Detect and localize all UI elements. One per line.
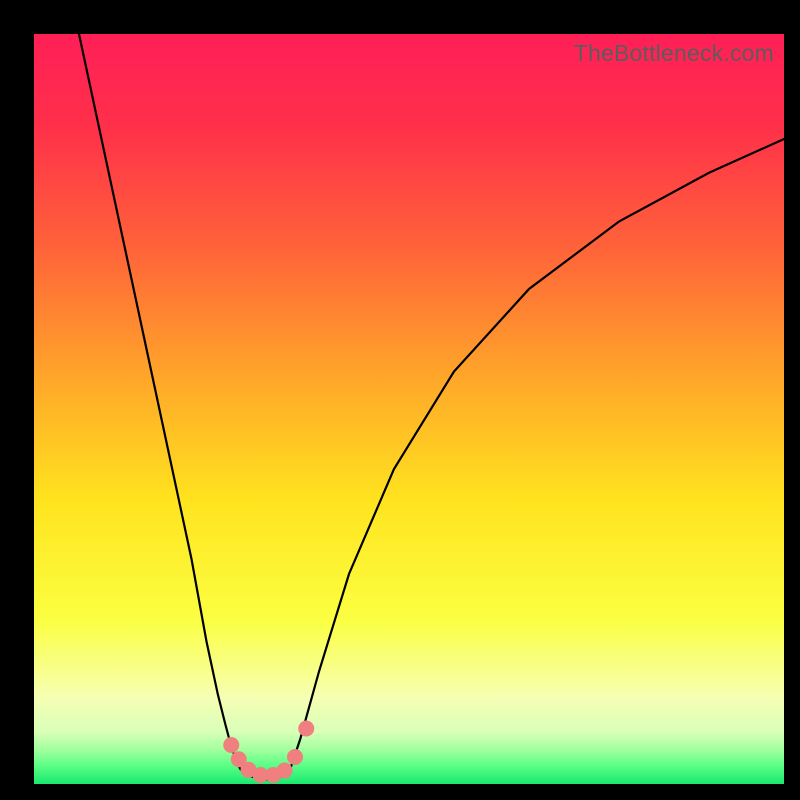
valley-marker xyxy=(298,721,314,737)
valley-marker xyxy=(277,763,293,779)
valley-marker xyxy=(287,749,303,765)
watermark-label: TheBottleneck.com xyxy=(574,40,774,67)
chart-frame: TheBottleneck.com xyxy=(34,34,784,784)
bottleneck-chart xyxy=(34,34,784,784)
gradient-background xyxy=(34,34,784,784)
valley-marker xyxy=(223,737,239,753)
